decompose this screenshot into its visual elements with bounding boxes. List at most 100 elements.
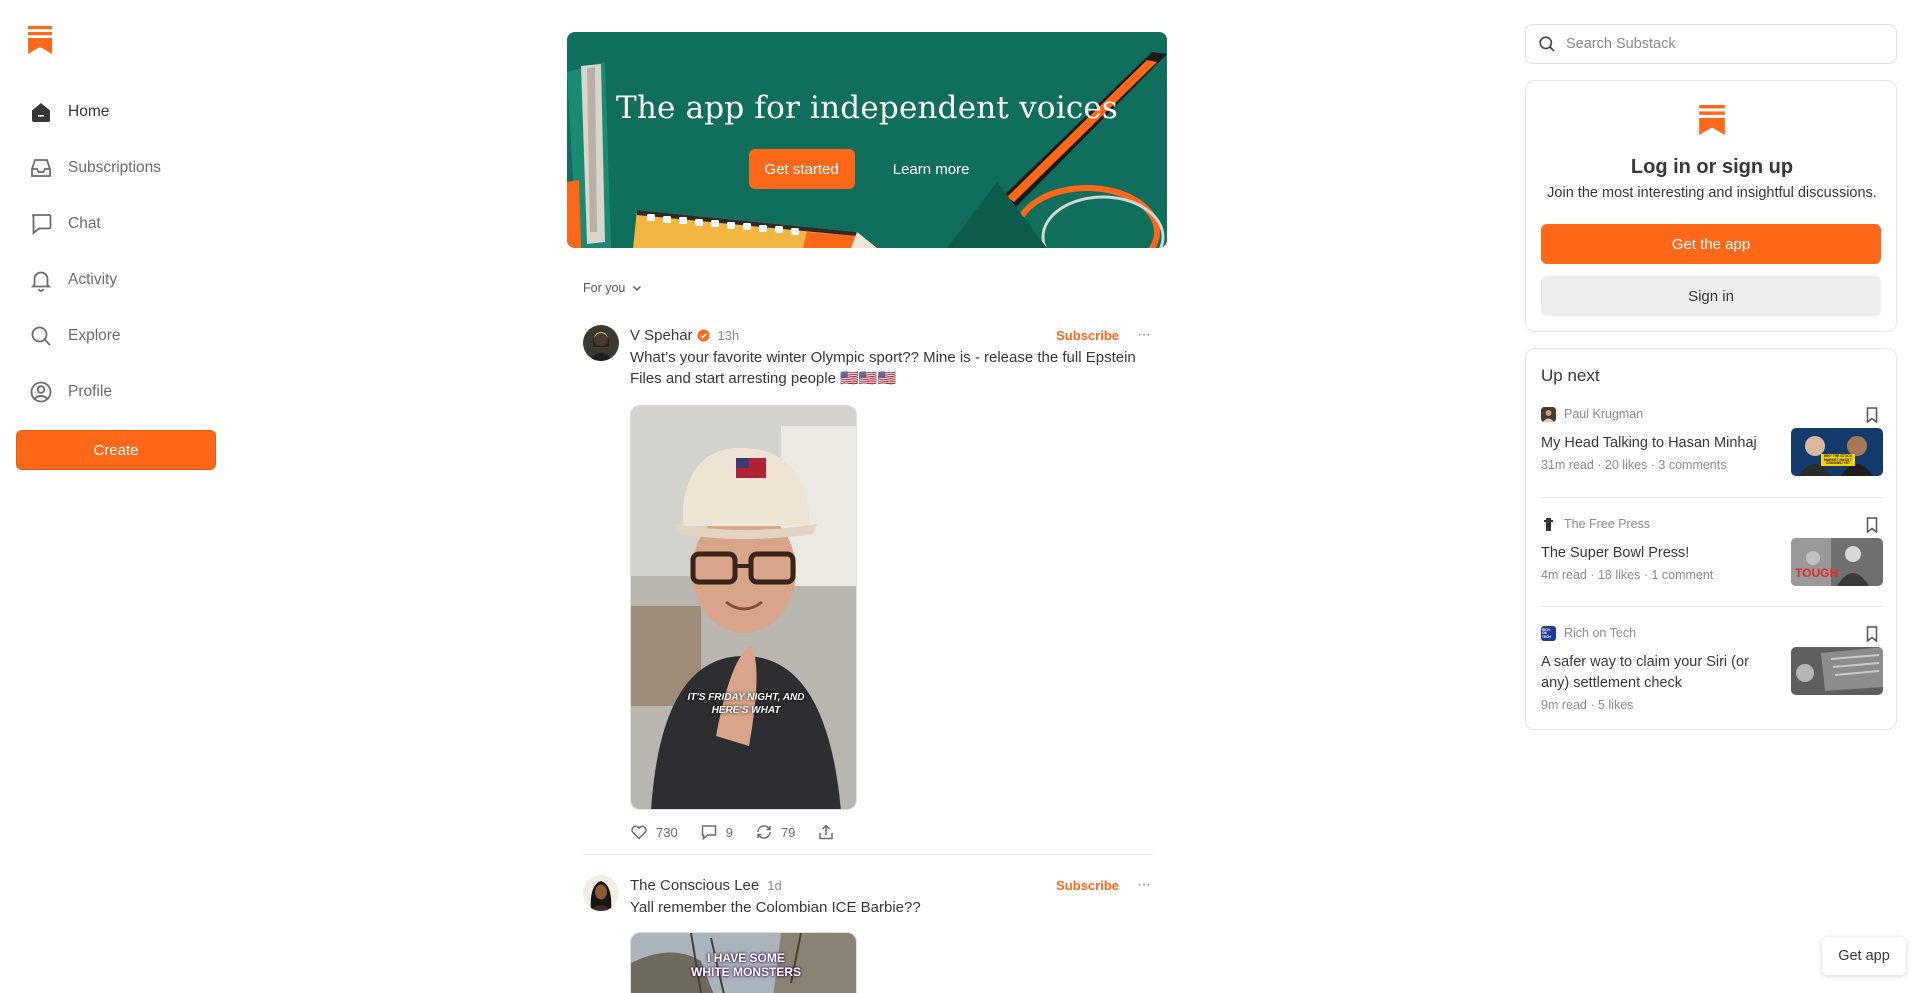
get-the-app-button[interactable]: Get the app	[1541, 224, 1881, 264]
hero-actions: Get started Learn more	[567, 149, 1167, 189]
up-next-item[interactable]: RICH ON TECH Rich on Tech A safer way to…	[1541, 625, 1883, 715]
heart-icon	[631, 825, 647, 840]
up-next-item[interactable]: The Free Press The Super Bowl Press! 4m …	[1541, 516, 1883, 606]
search-icon	[31, 326, 51, 346]
publication-name: The Free Press	[1564, 517, 1651, 531]
publication-row: The Free Press	[1541, 516, 1883, 532]
up-next-thumbnail[interactable]	[1791, 647, 1883, 695]
post-video[interactable]: I HAVE SOME WHITE MONSTERS	[630, 932, 857, 993]
feed-filter-label: For you	[583, 281, 626, 295]
floating-get-app-button[interactable]: Get app	[1822, 937, 1906, 975]
publication-name: Paul Krugman	[1564, 407, 1644, 421]
post-time: 1d	[767, 877, 782, 893]
bookmark-icon[interactable]	[1864, 516, 1880, 534]
up-next-thumbnail[interactable]: WHY THE STOCK MARKET HASN'T CRASHED YET	[1791, 428, 1883, 476]
sidebar-item-subscriptions[interactable]: Subscriptions	[16, 140, 216, 196]
post-video[interactable]: IT'S FRIDAY NIGHT, AND HERE'S WHAT	[630, 405, 857, 810]
sidebar-item-label: Profile	[68, 383, 112, 400]
subscribe-link[interactable]: Subscribe	[1056, 878, 1119, 893]
author-name[interactable]: The Conscious Lee	[630, 877, 759, 894]
thumbnail-caption: WHY THE STOCK MARKET HASN'T CRASHED YET	[1823, 454, 1853, 466]
more-options-icon[interactable]: ···	[1137, 326, 1153, 344]
hero-title: The app for independent voices	[615, 90, 1119, 126]
up-next-meta: 9m read · 5 likes	[1541, 698, 1634, 712]
sidebar-item-label: Activity	[68, 271, 118, 288]
publication-icon	[1541, 516, 1556, 532]
comment-icon	[701, 825, 716, 841]
comment-button[interactable]: 9	[700, 823, 733, 841]
publication-row: Paul Krugman	[1541, 406, 1883, 422]
more-options-icon[interactable]: ···	[1137, 876, 1153, 894]
share-icon	[819, 824, 834, 840]
search-icon	[1539, 36, 1555, 52]
sidebar-item-label: Chat	[68, 215, 101, 232]
like-count: 730	[656, 824, 678, 840]
feed-post: V Spehar 13h Subscribe ··· What’s your f…	[583, 325, 1153, 845]
restack-button[interactable]: 79	[755, 823, 795, 841]
sidebar-item-activity[interactable]: Activity	[16, 252, 216, 308]
up-next-thumbnail[interactable]: TOUGH	[1791, 538, 1883, 586]
author-avatar[interactable]	[583, 875, 619, 911]
up-next-item[interactable]: Paul Krugman My Head Talking to Hasan Mi…	[1541, 406, 1883, 501]
publication-row: RICH ON TECH Rich on Tech	[1541, 625, 1883, 641]
comment-count: 9	[725, 824, 733, 840]
restack-icon	[757, 825, 771, 839]
author-avatar[interactable]	[583, 325, 619, 361]
up-next-meta: 4m read · 18 likes · 1 comment	[1541, 568, 1714, 582]
author-name[interactable]: V Spehar	[630, 327, 693, 344]
sidebar-item-explore[interactable]: Explore	[16, 308, 216, 364]
search-input[interactable]	[1566, 36, 1886, 52]
publication-name: Rich on Tech	[1564, 626, 1637, 640]
login-subtitle: Join the most interesting and insightful…	[1547, 185, 1877, 201]
up-next-meta: 31m read · 20 likes · 3 comments	[1541, 458, 1727, 472]
bookmark-icon[interactable]	[1864, 625, 1880, 643]
sidebar-item-chat[interactable]: Chat	[16, 196, 216, 252]
like-button[interactable]: 730	[630, 823, 678, 841]
up-next-divider	[1541, 606, 1883, 607]
get-started-button[interactable]: Get started	[748, 149, 855, 189]
sidebar-item-label: Home	[68, 103, 110, 120]
bookmark-icon[interactable]	[1864, 406, 1880, 424]
login-card: Log in or sign up Join the most interest…	[1525, 80, 1897, 332]
substack-logo	[1699, 105, 1725, 135]
bell-icon	[30, 271, 52, 292]
post-header: V Spehar 13h Subscribe ···	[630, 325, 1153, 345]
sidebar-nav: Home Subscriptions Chat Activity Explore…	[16, 84, 216, 420]
up-next-divider	[1541, 497, 1883, 498]
sidebar-item-profile[interactable]: Profile	[16, 364, 216, 420]
chevron-down-icon	[633, 286, 642, 291]
video-caption: IT'S FRIDAY NIGHT, AND HERE'S WHAT	[687, 692, 805, 716]
learn-more-button[interactable]: Learn more	[877, 149, 986, 189]
sign-in-button[interactable]: Sign in	[1541, 276, 1881, 316]
up-next-heading: Up next	[1541, 366, 1600, 385]
subscribe-link[interactable]: Subscribe	[1056, 328, 1119, 343]
home-icon	[32, 103, 50, 122]
hero-illustration	[567, 52, 1167, 248]
login-title: Log in or sign up	[1630, 156, 1794, 178]
profile-icon	[30, 381, 52, 403]
post-time: 13h	[717, 327, 740, 343]
feed-post: The Conscious Lee 1d Subscribe ··· Yall …	[583, 875, 1153, 993]
up-next-title[interactable]: The Super Bowl Press!	[1541, 543, 1769, 564]
hero-banner: The app for independent voices Get start…	[567, 32, 1167, 248]
publication-icon	[1541, 406, 1556, 422]
up-next-card: Up next Paul Krugman My Head Talking to …	[1525, 348, 1897, 730]
substack-logo[interactable]	[28, 26, 52, 54]
sidebar-item-label: Subscriptions	[68, 159, 162, 176]
post-divider	[583, 854, 1153, 855]
video-caption: I HAVE SOME WHITE MONSTERS	[691, 951, 801, 979]
thumbnail-caption: TOUGH	[1795, 566, 1839, 580]
search-bar[interactable]	[1525, 24, 1897, 64]
post-actions: 730 9 79	[630, 823, 835, 841]
post-header: The Conscious Lee 1d Subscribe ···	[630, 875, 1153, 895]
share-button[interactable]	[817, 823, 835, 841]
sidebar-item-label: Explore	[68, 327, 121, 344]
up-next-title[interactable]: A safer way to claim your Siri (or any) …	[1541, 652, 1769, 694]
verified-badge-icon	[697, 329, 710, 341]
sidebar-item-home[interactable]: Home	[16, 84, 216, 140]
post-text: What’s your favorite winter Olympic spor…	[630, 349, 1136, 387]
up-next-title[interactable]: My Head Talking to Hasan Minhaj	[1541, 433, 1769, 454]
restack-count: 79	[780, 824, 796, 840]
create-button[interactable]: Create	[16, 430, 216, 470]
feed-filter-dropdown[interactable]: For you	[583, 281, 643, 295]
